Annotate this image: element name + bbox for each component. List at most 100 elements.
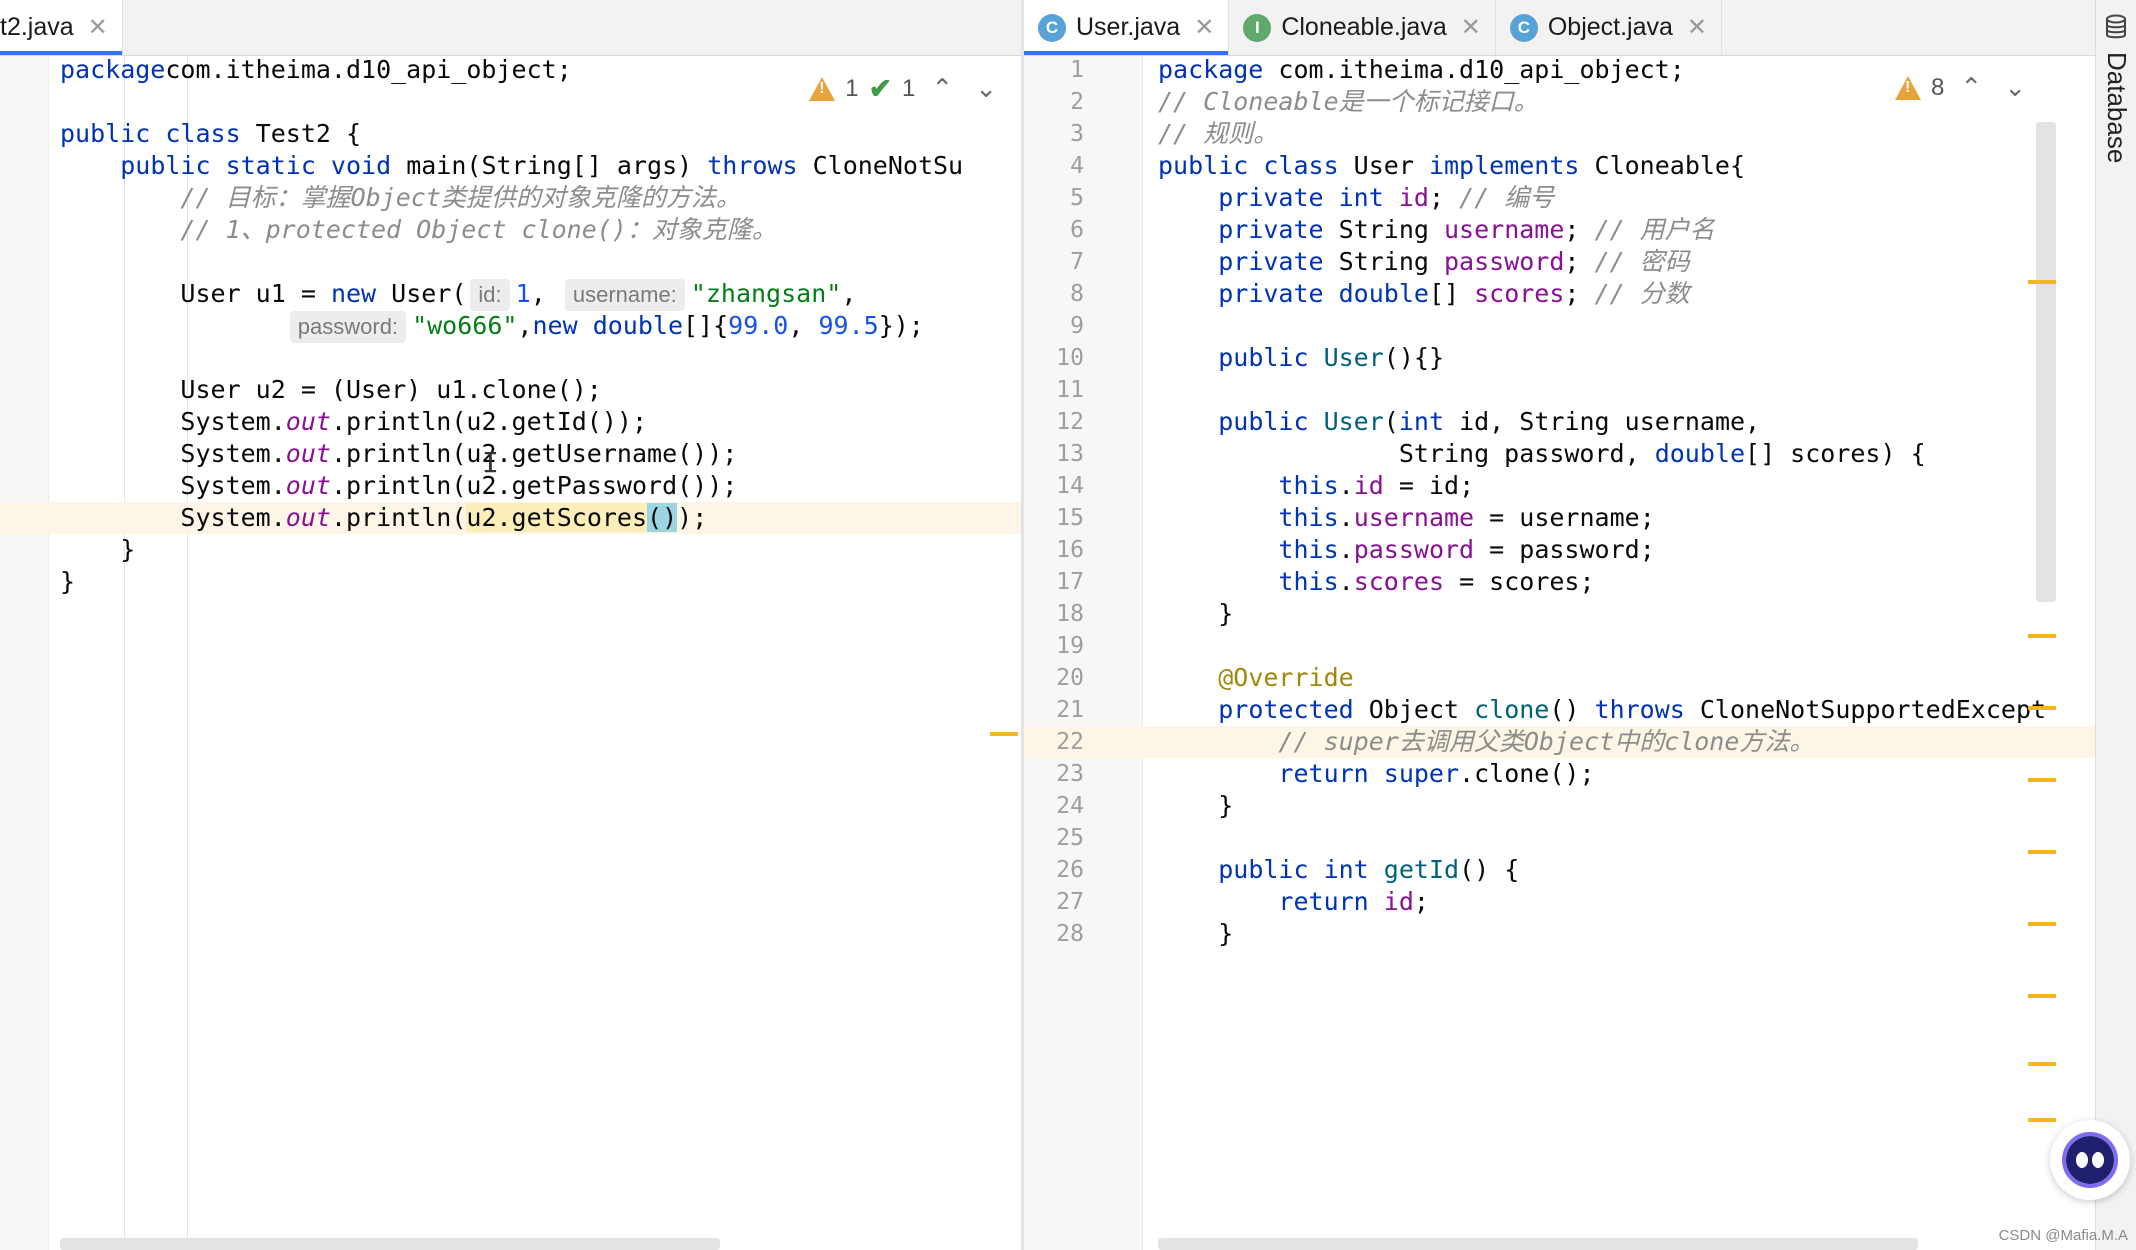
code-line[interactable]: public static void main(String[] args) t… xyxy=(0,150,1021,182)
code-line[interactable]: 16 this.password = password; xyxy=(1024,534,2096,566)
line-number[interactable]: 6 xyxy=(1024,214,1084,246)
line-number[interactable]: 22 xyxy=(1024,726,1084,758)
code-line[interactable]: 18 } xyxy=(1024,598,2096,630)
line-number[interactable]: 28 xyxy=(1024,918,1084,950)
warning-stripe-marker[interactable] xyxy=(2028,778,2056,782)
inspection-widget[interactable]: 1 ✔ 1 ⌃ ⌄ xyxy=(809,72,1003,105)
code-line[interactable]: public class Test2 { xyxy=(0,118,1021,150)
next-highlight-icon[interactable]: ⌄ xyxy=(969,73,1003,104)
code-line[interactable]: 4 public class User implements Cloneable{ xyxy=(1024,150,2096,182)
line-number[interactable]: 21 xyxy=(1024,694,1084,726)
right-code-editor[interactable]: 1 package com.itheima.d10_api_object; 2 // … xyxy=(1024,56,2096,1250)
code-line[interactable]: User u2 = (User) u1.clone(); xyxy=(0,374,1021,406)
line-number[interactable]: 1 xyxy=(1024,56,1084,86)
line-number[interactable]: 11 xyxy=(1024,374,1084,406)
line-number[interactable]: 27 xyxy=(1024,886,1084,918)
line-number[interactable]: 3 xyxy=(1024,118,1084,150)
line-number[interactable]: 17 xyxy=(1024,566,1084,598)
code-line[interactable]: } xyxy=(0,534,1021,566)
line-number[interactable]: 5 xyxy=(1024,182,1084,214)
code-line[interactable]: 8 private double[] scores; // 分数 xyxy=(1024,278,2096,310)
line-number[interactable]: 20 xyxy=(1024,662,1084,694)
code-line[interactable] xyxy=(0,342,1021,374)
line-number[interactable]: 26 xyxy=(1024,854,1084,886)
line-number[interactable]: 24 xyxy=(1024,790,1084,822)
code-line[interactable]: 11 xyxy=(1024,374,2096,406)
line-number[interactable]: 23 xyxy=(1024,758,1084,790)
warning-stripe-marker[interactable] xyxy=(2028,706,2056,710)
tab-user-java[interactable]: C User.java ✕ xyxy=(1024,0,1230,55)
code-line[interactable]: User u1 = new User(id: 1, username: "zhang… xyxy=(0,278,1021,311)
close-icon[interactable]: ✕ xyxy=(1194,13,1214,42)
line-number[interactable]: 9 xyxy=(1024,310,1084,342)
close-icon[interactable]: ✕ xyxy=(88,13,108,42)
code-line[interactable]: 13 String password, double[] scores) { xyxy=(1024,438,2096,470)
code-line[interactable]: 10 public User(){} xyxy=(1024,342,2096,374)
code-line[interactable]: 5 private int id; // 编号 xyxy=(1024,182,2096,214)
warning-stripe-marker[interactable] xyxy=(2028,922,2056,926)
code-line[interactable] xyxy=(0,246,1021,278)
horizontal-scrollbar[interactable] xyxy=(60,1238,720,1250)
close-icon[interactable]: ✕ xyxy=(1461,13,1481,42)
code-line[interactable]: password: "wo666",new double[]{99.0, 99.5… xyxy=(0,310,1021,343)
code-line[interactable]: 26 public int getId() { xyxy=(1024,854,2096,886)
code-line[interactable]: 22 // super去调用父类Object中的clone方法。 xyxy=(1024,726,2096,758)
code-line[interactable]: 14 this.id = id; xyxy=(1024,470,2096,502)
line-number[interactable]: 19 xyxy=(1024,630,1084,662)
code-line[interactable]: 12 public User(int id, String username, xyxy=(1024,406,2096,438)
code-line[interactable]: 23 return super.clone(); xyxy=(1024,758,2096,790)
tab-object-java[interactable]: C Object.java ✕ xyxy=(1496,0,1723,55)
warning-stripe-marker[interactable] xyxy=(2028,850,2056,854)
code-line[interactable]: // 1、protected Object clone()：对象克隆。 xyxy=(0,214,1021,246)
code-line[interactable]: 3 // 规则。 xyxy=(1024,118,2096,150)
assistant-bot-icon[interactable] xyxy=(2050,1120,2130,1200)
line-number[interactable]: 25 xyxy=(1024,822,1084,854)
line-number[interactable]: 14 xyxy=(1024,470,1084,502)
warning-stripe-marker[interactable] xyxy=(2028,1062,2056,1066)
code-line[interactable]: 19 xyxy=(1024,630,2096,662)
horizontal-scrollbar[interactable] xyxy=(1158,1238,1918,1250)
tab-test2-java[interactable]: t2.java ✕ xyxy=(0,0,123,55)
code-line[interactable]: 9 xyxy=(1024,310,2096,342)
code-line[interactable]: 7 private String password; // 密码 xyxy=(1024,246,2096,278)
code-line[interactable]: 25 xyxy=(1024,822,2096,854)
code-line[interactable]: 20 @Override xyxy=(1024,662,2096,694)
line-number[interactable]: 4 xyxy=(1024,150,1084,182)
code-line[interactable]: System.out.println(u2.getScores()); xyxy=(0,502,1021,534)
warning-stripe-marker[interactable] xyxy=(2028,280,2056,284)
previous-highlight-icon[interactable]: ⌃ xyxy=(1954,72,1988,103)
line-number[interactable]: 15 xyxy=(1024,502,1084,534)
line-number[interactable]: 18 xyxy=(1024,598,1084,630)
close-icon[interactable]: ✕ xyxy=(1687,13,1707,42)
line-number[interactable]: 10 xyxy=(1024,342,1084,374)
warning-stripe-marker[interactable] xyxy=(990,732,1018,736)
code-line[interactable]: 6 private String username; // 用户名 xyxy=(1024,214,2096,246)
warning-stripe-marker[interactable] xyxy=(2028,994,2056,998)
line-number[interactable]: 2 xyxy=(1024,86,1084,118)
code-line[interactable]: // 目标：掌握Object类提供的对象克隆的方法。 xyxy=(0,182,1021,214)
vertical-scrollbar[interactable] xyxy=(2036,122,2056,602)
database-tool-button[interactable]: Database xyxy=(2101,52,2132,163)
inspection-widget[interactable]: 8 ⌃ ⌄ xyxy=(1895,72,2032,103)
code-line[interactable]: System.out.println(u2.getId()); xyxy=(0,406,1021,438)
tab-cloneable-java[interactable]: I Cloneable.java ✕ xyxy=(1229,0,1496,55)
line-number[interactable]: 16 xyxy=(1024,534,1084,566)
line-number[interactable]: 7 xyxy=(1024,246,1084,278)
code-line[interactable]: } xyxy=(0,566,1021,598)
warning-stripe-marker[interactable] xyxy=(2028,634,2056,638)
next-highlight-icon[interactable]: ⌄ xyxy=(1998,72,2032,103)
database-icon[interactable] xyxy=(2104,14,2128,40)
code-line[interactable]: 21 protected Object clone() throws Clone… xyxy=(1024,694,2096,726)
left-code-editor[interactable]: packagecom.itheima.d10_api_object; public… xyxy=(0,56,1021,1250)
code-line[interactable]: System.out.println(u2.getUsername()); xyxy=(0,438,1021,470)
code-line[interactable]: System.out.println(u2.getPassword()); xyxy=(0,470,1021,502)
code-line[interactable]: 17 this.scores = scores; xyxy=(1024,566,2096,598)
line-number[interactable]: 8 xyxy=(1024,278,1084,310)
code-line[interactable]: 27 return id; xyxy=(1024,886,2096,918)
line-number[interactable]: 12 xyxy=(1024,406,1084,438)
code-line[interactable]: 15 this.username = username; xyxy=(1024,502,2096,534)
code-line[interactable]: 28 } xyxy=(1024,918,2096,950)
code-line[interactable]: 24 } xyxy=(1024,790,2096,822)
previous-highlight-icon[interactable]: ⌃ xyxy=(925,73,959,104)
line-number[interactable]: 13 xyxy=(1024,438,1084,470)
